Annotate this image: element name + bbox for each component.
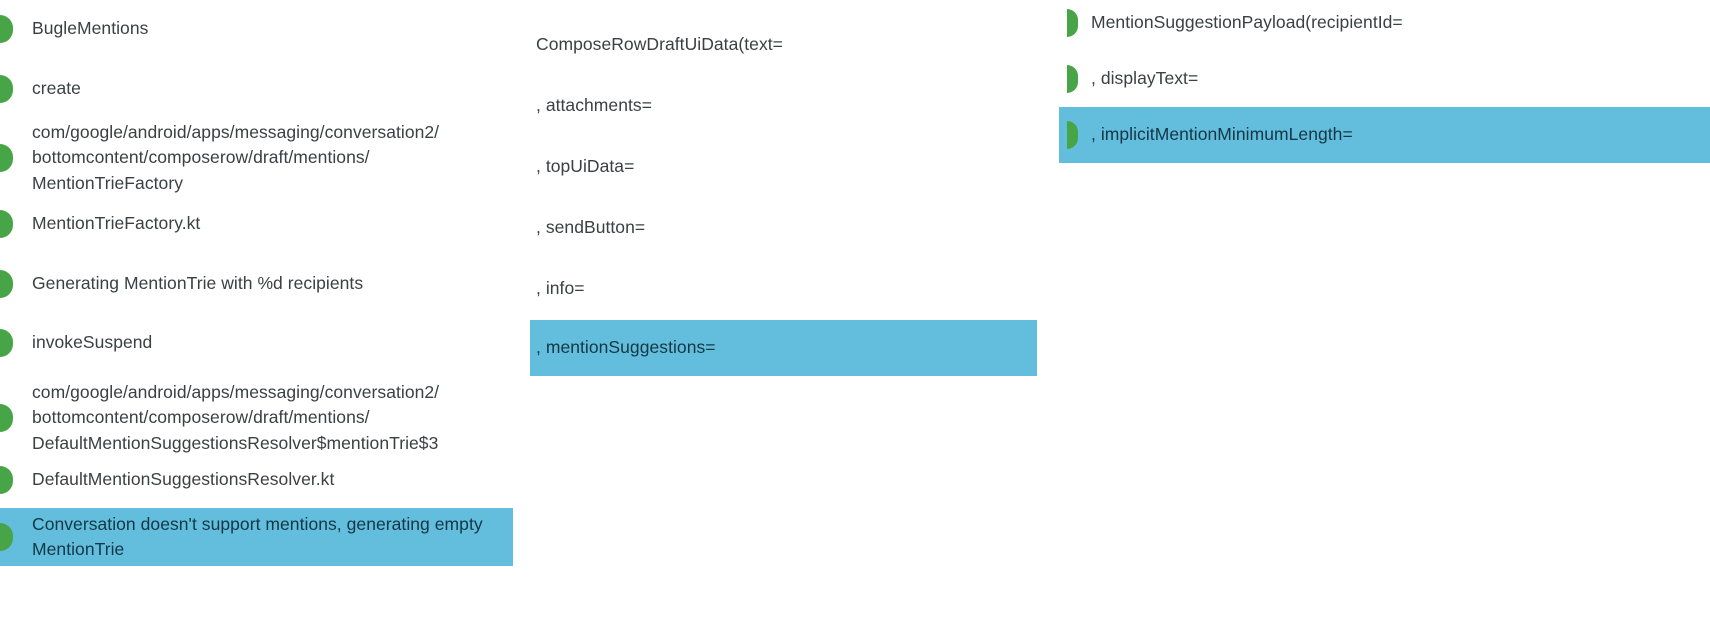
string-entry[interactable]: , info= [530, 273, 1037, 305]
string-entry-text: Generating MentionTrie with %d recipient… [32, 273, 364, 294]
bullet-gutter [1059, 63, 1089, 95]
string-entry[interactable]: com/google/android/apps/messaging/conver… [0, 377, 513, 459]
bullet-gutter [0, 326, 30, 360]
string-entry[interactable]: , implicitMentionMinimumLength= [1059, 107, 1710, 163]
half-circle-bullet-icon [0, 329, 13, 357]
bullet-gutter [0, 508, 30, 566]
bullet-gutter [0, 207, 30, 241]
half-circle-bullet-icon [0, 210, 13, 238]
bullet-gutter [0, 463, 30, 497]
bullet-gutter [0, 12, 30, 46]
string-entry[interactable]: , sendButton= [530, 212, 1037, 244]
half-circle-bullet-icon [0, 466, 13, 494]
string-entry-text: com/google/android/apps/messaging/conver… [32, 121, 440, 193]
half-circle-bullet-icon [1067, 9, 1078, 37]
string-entry-text: BugleMentions [32, 18, 149, 39]
string-entry-text: MentionTrieFactory.kt [32, 213, 201, 234]
half-circle-bullet-icon [0, 270, 13, 298]
string-entry[interactable]: BugleMentions [0, 12, 513, 46]
string-entry-text: , displayText= [1091, 68, 1199, 89]
string-entry-text: create [32, 78, 81, 99]
half-circle-bullet-icon [1067, 65, 1078, 93]
string-entry[interactable]: , attachments= [530, 90, 1037, 122]
string-entry[interactable]: Conversation doesn't support mentions, g… [0, 508, 513, 566]
string-entry[interactable]: , topUiData= [530, 151, 1037, 183]
string-entry[interactable]: , displayText= [1059, 63, 1710, 95]
bullet-gutter [530, 151, 560, 183]
string-entry[interactable]: MentionSuggestionPayload(recipientId= [1059, 7, 1710, 39]
half-circle-bullet-icon [0, 144, 13, 172]
string-entry-text: , mentionSuggestions= [536, 337, 716, 358]
half-circle-bullet-icon [0, 523, 13, 551]
string-entry-text: MentionSuggestionPayload(recipientId= [1091, 12, 1403, 33]
string-entry[interactable]: MentionTrieFactory.kt [0, 207, 513, 241]
bullet-gutter [1059, 107, 1089, 163]
string-entry-text: invokeSuspend [32, 332, 153, 353]
bullet-gutter [1059, 7, 1089, 39]
string-entry-text: com/google/android/apps/messaging/conver… [32, 381, 440, 453]
half-circle-bullet-icon [0, 404, 13, 432]
string-entry[interactable]: com/google/android/apps/messaging/conver… [0, 117, 513, 199]
bullet-gutter [530, 212, 560, 244]
bullet-gutter [530, 320, 560, 376]
bullet-gutter [0, 267, 30, 301]
string-entry[interactable]: create [0, 72, 513, 106]
string-entry[interactable]: invokeSuspend [0, 326, 513, 360]
string-entry[interactable]: Generating MentionTrie with %d recipient… [0, 267, 513, 301]
half-circle-bullet-icon [0, 15, 13, 43]
bullet-gutter [0, 72, 30, 106]
string-entry-text: ComposeRowDraftUiData(text= [536, 34, 783, 55]
bullet-gutter [0, 377, 30, 459]
string-entry[interactable]: DefaultMentionSuggestionsResolver.kt [0, 463, 513, 497]
string-entry[interactable]: ComposeRowDraftUiData(text= [530, 29, 1037, 61]
string-entry[interactable]: , mentionSuggestions= [530, 320, 1037, 376]
bullet-gutter [530, 273, 560, 305]
string-entry-text: DefaultMentionSuggestionsResolver.kt [32, 469, 335, 490]
string-reference-board: BugleMentions create com/google/android/ap… [0, 0, 1710, 624]
half-circle-bullet-icon [1067, 121, 1078, 149]
half-circle-bullet-icon [0, 75, 13, 103]
bullet-gutter [530, 29, 560, 61]
bullet-gutter [0, 117, 30, 199]
string-entry-text: , implicitMentionMinimumLength= [1091, 124, 1353, 145]
string-entry-text: Conversation doesn't support mentions, g… [32, 513, 483, 560]
bullet-gutter [530, 90, 560, 122]
